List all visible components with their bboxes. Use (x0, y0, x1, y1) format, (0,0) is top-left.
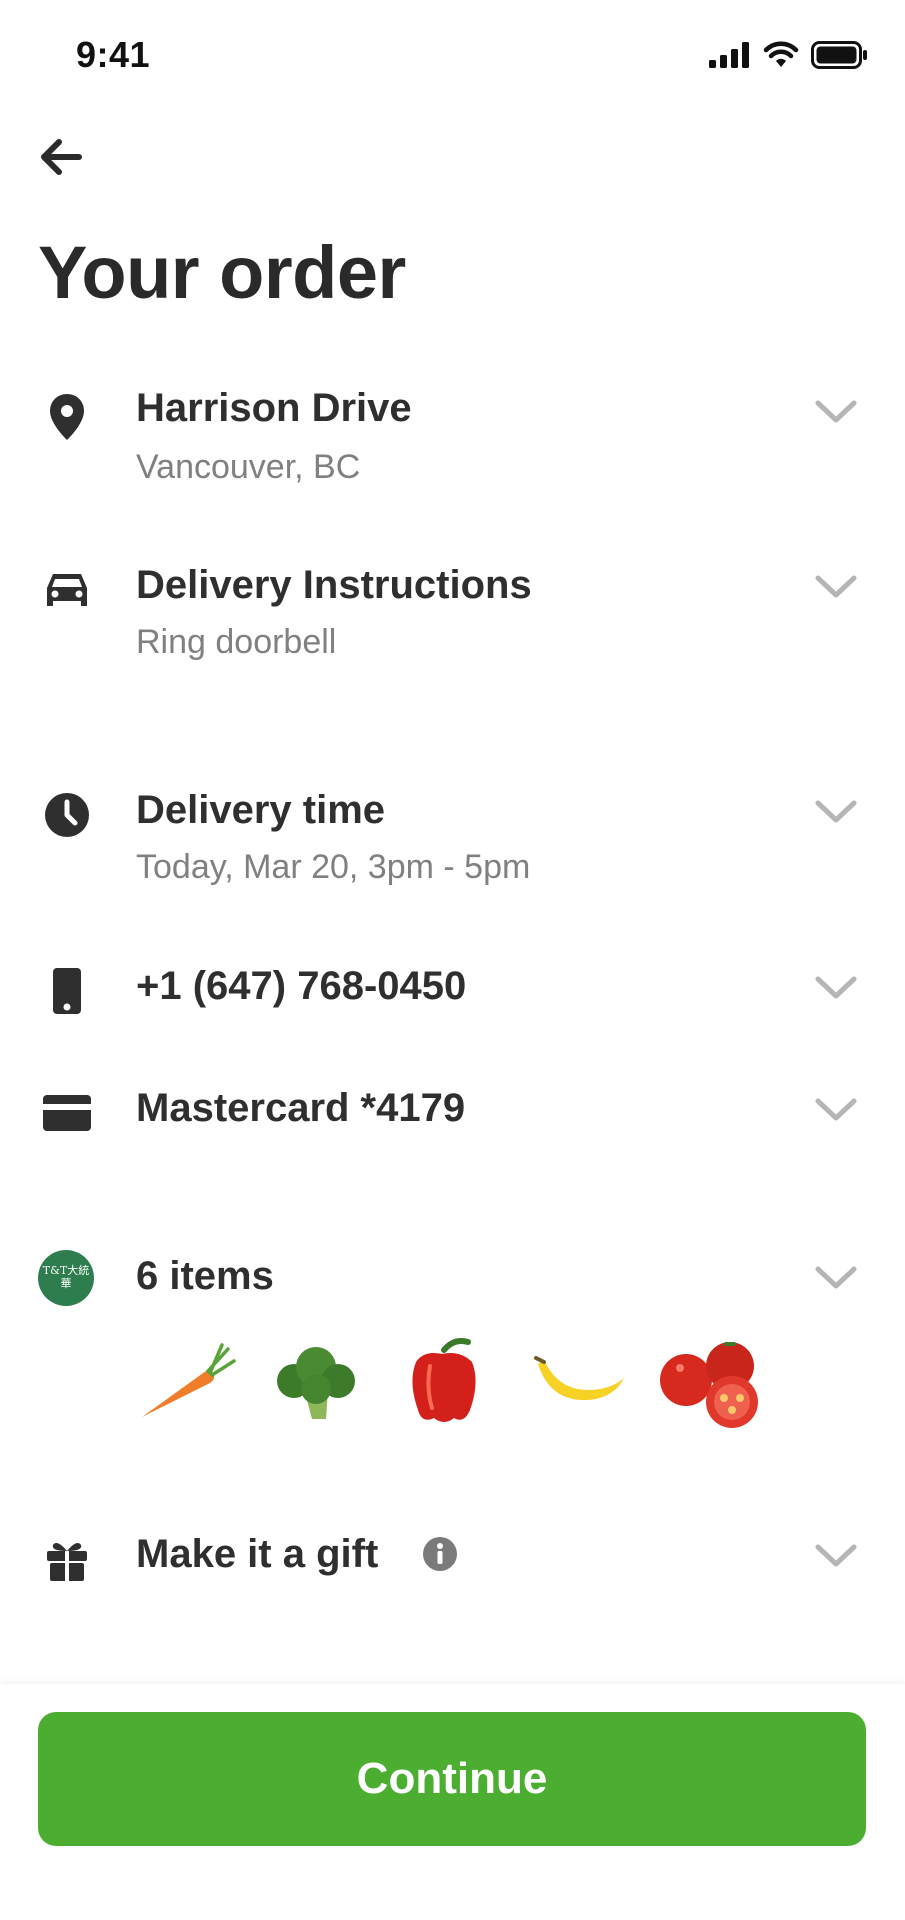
status-time: 9:41 (76, 34, 151, 75)
gift-icon (40, 1532, 94, 1586)
tomatoes-thumbnail[interactable] (656, 1332, 776, 1432)
items-label: 6 items (136, 1254, 274, 1298)
items-row[interactable]: T&T大統華 6 items (0, 1250, 905, 1330)
chevron-down-icon (811, 1260, 861, 1296)
store-logo-text: T&T大統華 (42, 1264, 90, 1290)
map-pin-icon (40, 390, 94, 444)
wifi-icon (763, 41, 799, 67)
payment-row[interactable]: Mastercard *4179 (0, 1078, 905, 1158)
system-icons (709, 38, 869, 72)
chevron-down-icon (811, 1092, 861, 1128)
delivery-instructions-row[interactable]: Delivery Instructions Ring doorbell (0, 555, 905, 685)
delivery-instructions-label: Delivery Instructions (136, 563, 532, 607)
gift-label: Make it a gift (136, 1532, 379, 1576)
broccoli-thumbnail[interactable] (264, 1332, 364, 1432)
chevron-down-icon (811, 794, 861, 830)
address-label: Harrison Drive (136, 386, 412, 430)
chevron-down-icon (811, 1538, 861, 1574)
status-bar: 9:41 (0, 0, 905, 110)
back-arrow-icon (41, 139, 82, 175)
payment-label: Mastercard *4179 (136, 1086, 466, 1130)
battery-icon (811, 41, 867, 69)
credit-card-icon (40, 1086, 94, 1140)
page-title: Your order (38, 231, 406, 314)
back-button[interactable] (34, 130, 88, 184)
item-thumbnails (136, 1332, 776, 1432)
continue-button[interactable]: Continue (38, 1712, 866, 1846)
info-icon[interactable] (420, 1534, 460, 1574)
address-row[interactable]: Harrison Drive Vancouver, BC (0, 378, 905, 508)
phone-label: +1 (647) 768-0450 (136, 964, 467, 1008)
delivery-time-row[interactable]: Delivery time Today, Mar 20, 3pm - 5pm (0, 780, 905, 910)
phone-icon (40, 964, 94, 1018)
bottom-bar: Continue (0, 1684, 905, 1920)
clock-icon (40, 788, 94, 842)
chevron-down-icon (811, 569, 861, 605)
delivery-time-sub: Today, Mar 20, 3pm - 5pm (136, 848, 531, 886)
delivery-time-label: Delivery time (136, 788, 386, 832)
chevron-down-icon (811, 394, 861, 430)
carrot-thumbnail[interactable] (136, 1332, 236, 1432)
banana-thumbnail[interactable] (530, 1332, 630, 1432)
signal-icon (709, 42, 749, 68)
red-pepper-thumbnail[interactable] (394, 1332, 494, 1432)
gift-row[interactable]: Make it a gift (0, 1524, 905, 1604)
delivery-instructions-sub: Ring doorbell (136, 623, 337, 661)
store-logo: T&T大統華 (38, 1250, 94, 1306)
phone-row[interactable]: +1 (647) 768-0450 (0, 956, 905, 1036)
address-sub: Vancouver, BC (136, 448, 361, 486)
chevron-down-icon (811, 970, 861, 1006)
car-icon (40, 563, 94, 617)
